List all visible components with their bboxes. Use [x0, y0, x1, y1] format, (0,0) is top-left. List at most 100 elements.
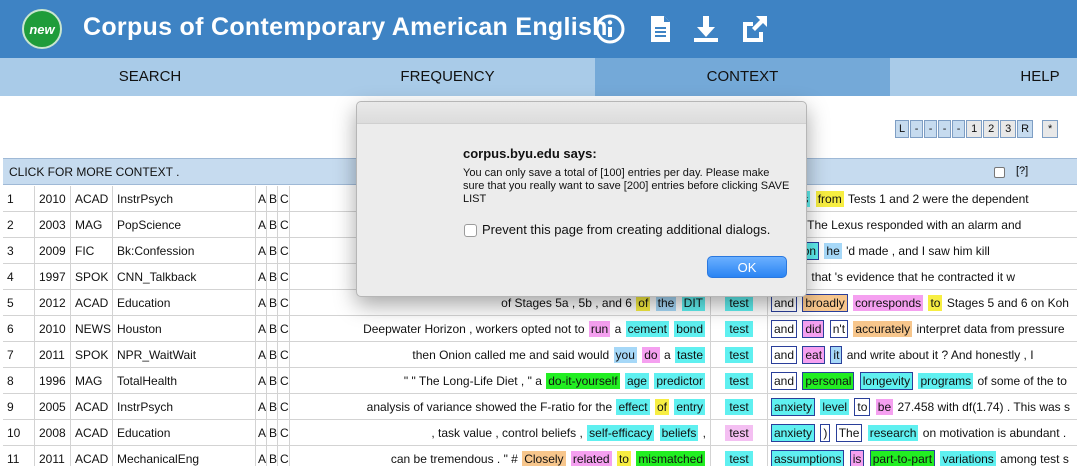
row-source[interactable]: InstrPsych [112, 186, 255, 212]
context-word[interactable]: and [771, 346, 798, 364]
context-word[interactable]: to [616, 451, 631, 466]
context-word[interactable]: anxiety [771, 424, 816, 442]
pager-dash[interactable]: - [910, 120, 924, 138]
row-source[interactable]: TotalHealth [112, 368, 255, 394]
pager-dash[interactable]: - [952, 120, 966, 138]
abc-c-link[interactable]: C [277, 394, 289, 420]
context-word[interactable]: age [624, 373, 649, 389]
context-word[interactable]: accurately [853, 321, 913, 337]
help-link[interactable]: [?] [1016, 165, 1028, 177]
abc-c-link[interactable]: C [277, 264, 289, 290]
abc-c-link[interactable]: C [277, 316, 289, 342]
abc-c-link[interactable]: C [277, 342, 289, 368]
node-word[interactable]: test [725, 425, 753, 441]
table-row[interactable]: 8 1996 MAG TotalHealth A B C " " The Long-Life … [3, 368, 1077, 394]
context-word[interactable]: entry [674, 399, 705, 415]
context-word[interactable]: anxiety [771, 398, 816, 416]
abc-c-link[interactable]: C [277, 420, 289, 446]
context-word[interactable]: corresponds [853, 295, 924, 311]
node-word[interactable]: test [725, 295, 753, 311]
external-link-icon[interactable] [738, 13, 770, 45]
context-word[interactable]: you [613, 347, 637, 363]
abc-a-link[interactable]: A [255, 368, 266, 394]
table-row[interactable]: 7 2011 SPOK NPR_WaitWait A B Cthen Onion calle… [3, 342, 1077, 368]
context-word[interactable]: self-efficacy [587, 425, 655, 441]
new-badge[interactable]: new [22, 9, 62, 49]
context-word[interactable]: be [875, 399, 894, 415]
abc-a-link[interactable]: A [255, 238, 266, 264]
abc-b-link[interactable]: B [266, 420, 277, 446]
node-word[interactable]: test [725, 451, 753, 466]
context-word[interactable]: The [835, 424, 863, 442]
download-icon[interactable] [690, 13, 722, 45]
table-row[interactable]: 9 2005 ACAD InstrPsych A B Canalysis of varian… [3, 394, 1077, 420]
row-source[interactable]: CNN_Talkback [112, 264, 255, 290]
row-source[interactable]: NPR_WaitWait [112, 342, 255, 368]
node-word[interactable]: test [725, 347, 753, 363]
row-source[interactable]: Houston [112, 316, 255, 342]
context-word[interactable]: variations [940, 451, 996, 466]
abc-c-link[interactable]: C [277, 446, 289, 466]
document-icon[interactable] [644, 13, 676, 45]
abc-a-link[interactable]: A [255, 394, 266, 420]
ok-button[interactable]: OK [707, 256, 787, 278]
context-word[interactable]: cement [625, 321, 669, 337]
row-source[interactable]: Bk:Confession [112, 238, 255, 264]
context-word[interactable]: he [824, 243, 842, 259]
context-word[interactable]: predictor [654, 373, 705, 389]
context-word[interactable]: eat [802, 346, 826, 364]
pager-page-1[interactable]: 1 [966, 120, 983, 138]
pager-dash[interactable]: - [924, 120, 938, 138]
context-word[interactable]: did [802, 320, 825, 338]
context-word[interactable]: assumptions [771, 450, 845, 466]
abc-a-link[interactable]: A [255, 446, 266, 466]
context-word[interactable]: ) [820, 424, 831, 442]
abc-a-link[interactable]: A [255, 186, 266, 212]
abc-b-link[interactable]: B [266, 290, 277, 316]
context-word[interactable]: bond [674, 321, 705, 337]
context-word[interactable]: it [830, 346, 843, 364]
prevent-dialogs-checkbox[interactable] [464, 224, 477, 237]
context-word[interactable]: effect [616, 399, 650, 415]
tab-context[interactable]: CONTEXT [595, 58, 890, 96]
context-word[interactable]: and [771, 320, 798, 338]
abc-c-link[interactable]: C [277, 238, 289, 264]
pager-all[interactable]: * [1042, 120, 1059, 138]
pager-page-3[interactable]: 3 [1000, 120, 1017, 138]
context-word[interactable]: of [654, 399, 669, 415]
abc-b-link[interactable]: B [266, 342, 277, 368]
context-word[interactable]: is [849, 450, 865, 466]
node-word[interactable]: test [725, 399, 753, 415]
abc-b-link[interactable]: B [266, 186, 277, 212]
pager-right[interactable]: R [1017, 120, 1034, 138]
context-word[interactable]: n't [829, 320, 849, 338]
context-word[interactable]: research [867, 425, 919, 441]
info-icon[interactable] [594, 13, 626, 45]
select-all-checkbox[interactable] [994, 167, 1005, 178]
abc-c-link[interactable]: C [277, 368, 289, 394]
table-row[interactable]: 10 2008 ACAD Education A B C, task value , con… [3, 420, 1077, 446]
node-word[interactable]: test [725, 373, 753, 389]
context-word[interactable]: related [570, 451, 612, 466]
context-word[interactable]: programs [918, 373, 974, 389]
tab-help[interactable]: HELP [890, 58, 1077, 96]
abc-c-link[interactable]: C [277, 212, 289, 238]
context-word[interactable]: longevity [859, 372, 914, 390]
abc-c-link[interactable]: C [277, 290, 289, 316]
node-word[interactable]: test [725, 321, 753, 337]
row-source[interactable]: MechanicalEng [112, 446, 255, 466]
abc-a-link[interactable]: A [255, 316, 266, 342]
row-source[interactable]: InstrPsych [112, 394, 255, 420]
abc-b-link[interactable]: B [266, 368, 277, 394]
context-word[interactable]: do [642, 347, 660, 363]
context-word[interactable]: beliefs [659, 425, 699, 441]
context-word[interactable]: to [928, 295, 943, 311]
abc-a-link[interactable]: A [255, 290, 266, 316]
abc-b-link[interactable]: B [266, 394, 277, 420]
context-word[interactable]: mismatched [636, 451, 705, 466]
pager-dash[interactable]: - [938, 120, 952, 138]
prevent-dialogs-label[interactable]: Prevent this page from creating addition… [482, 222, 770, 237]
abc-c-link[interactable]: C [277, 186, 289, 212]
context-word[interactable]: personal [802, 372, 855, 390]
abc-b-link[interactable]: B [266, 212, 277, 238]
